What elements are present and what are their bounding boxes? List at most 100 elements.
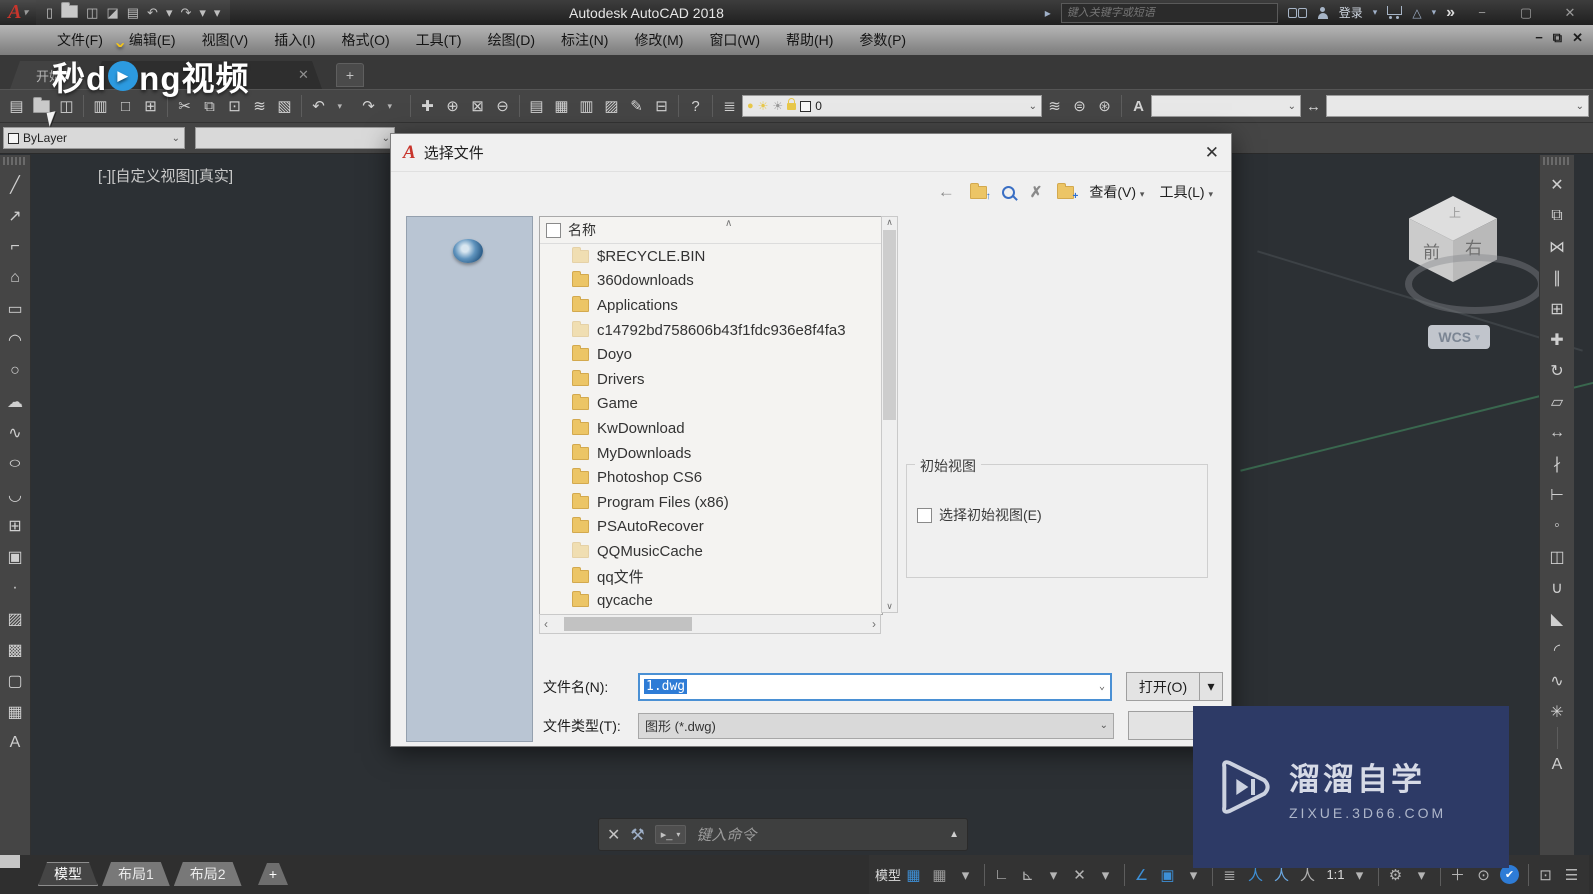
menu-item[interactable]: 文件(F) xyxy=(44,26,116,54)
open-split-dropdown[interactable]: ▾ xyxy=(1200,672,1223,701)
vertical-scrollbar[interactable]: ∧ ∨ xyxy=(881,216,898,613)
help-search-input[interactable] xyxy=(1060,2,1278,23)
hatch-icon[interactable]: ▨ xyxy=(0,603,30,634)
file-list-item[interactable]: Photoshop CS6 xyxy=(540,465,882,490)
insert-block-icon[interactable]: ⊞ xyxy=(0,510,30,541)
select-initial-view-checkbox[interactable] xyxy=(917,507,932,523)
new-tab-button[interactable]: + xyxy=(336,63,364,87)
text-style-combo[interactable]: ⌄ xyxy=(1151,95,1301,117)
toolbar-overflow-icon[interactable]: » xyxy=(1446,4,1455,22)
dim-style-icon[interactable]: ↔ xyxy=(1301,93,1326,119)
filename-dropdown-icon[interactable]: ⌄ xyxy=(1099,681,1105,692)
delete-icon[interactable]: ✗ xyxy=(1030,183,1043,201)
create-new-folder-icon[interactable]: + xyxy=(1057,182,1078,202)
signin-dropdown-icon[interactable]: ▾ xyxy=(1373,7,1378,18)
color-control-combo[interactable]: ByLayer ⌄ xyxy=(3,127,185,149)
menu-item[interactable]: 修改(M) xyxy=(621,26,696,54)
search-icon[interactable] xyxy=(1001,185,1015,199)
undo-icon[interactable]: ↶ xyxy=(147,6,158,19)
zoom-realtime-icon[interactable]: ⊕ xyxy=(440,93,465,119)
polyline-icon[interactable]: ⌐ xyxy=(0,231,30,262)
zoom-window-icon[interactable]: ⊠ xyxy=(465,93,490,119)
layer-on-bulb-icon[interactable]: ● xyxy=(747,100,754,112)
filename-input[interactable]: 1.dwg ⌄ xyxy=(638,672,1112,701)
a360-dropdown-icon[interactable]: ▾ xyxy=(1432,7,1437,18)
gradient-icon[interactable]: ▩ xyxy=(0,634,30,665)
mirror-icon[interactable]: ⋈ xyxy=(1540,231,1574,262)
menu-item[interactable]: 标注(N) xyxy=(548,26,621,54)
layer-states-icon[interactable]: ≋ xyxy=(1042,93,1067,119)
toolbar-grip[interactable] xyxy=(3,157,27,165)
grid-icon[interactable]: ▦ xyxy=(902,861,927,889)
up-one-level-icon[interactable]: ↑ xyxy=(969,182,991,202)
file-list-item[interactable]: Program Files (x86) xyxy=(540,490,882,515)
help-icon[interactable]: ? xyxy=(683,93,708,119)
file-list-item[interactable]: QQMusicCache xyxy=(540,539,882,564)
spell-check-icon[interactable]: A xyxy=(1540,749,1574,780)
extend-icon[interactable]: ⊢ xyxy=(1540,479,1574,510)
color-dropdown-icon[interactable]: ⌄ xyxy=(172,133,180,144)
command-input-placeholder[interactable]: 键入命令 xyxy=(696,824,756,845)
object-snap-tracking-icon[interactable]: ∠ xyxy=(1130,861,1155,889)
scroll-right-icon[interactable]: › xyxy=(872,617,876,631)
scroll-left-icon[interactable]: ‹ xyxy=(544,617,548,631)
move-icon[interactable]: ✚ xyxy=(1540,324,1574,355)
file-list-item[interactable]: c14792bd758606b43f1fdc936e8f4fa3 xyxy=(540,318,882,343)
text-style-icon[interactable]: A xyxy=(1126,93,1151,119)
file-list-item[interactable]: 360downloads xyxy=(540,269,882,294)
doc-restore-button[interactable]: ⧉ xyxy=(1553,30,1562,46)
layer-thaw-sun-icon[interactable]: ☀ xyxy=(758,99,769,113)
menu-item[interactable]: 工具(T) xyxy=(403,26,475,54)
viewport-freeze-icon[interactable]: ☀ xyxy=(772,99,783,113)
horizontal-scrollbar[interactable]: ‹ › xyxy=(539,614,881,634)
block-editor-icon[interactable]: ▧ xyxy=(272,93,297,119)
new-file-icon[interactable]: ▯ xyxy=(46,6,53,19)
command-history-up-icon[interactable]: ▲ xyxy=(949,829,959,840)
point-icon[interactable]: ∙ xyxy=(0,572,30,603)
scroll-down-icon[interactable]: ∨ xyxy=(886,601,893,612)
file-list-item[interactable]: PSAutoRecover xyxy=(540,515,882,540)
object-snap-icon[interactable]: ▣ xyxy=(1156,861,1181,889)
stretch-icon[interactable]: ↔ xyxy=(1540,417,1574,448)
open-button[interactable]: 打开(O) xyxy=(1126,672,1200,701)
command-close-icon[interactable]: ✕ xyxy=(607,825,620,845)
match-properties-icon[interactable]: ≋ xyxy=(247,93,272,119)
name-column-header[interactable]: 名称 xyxy=(568,220,596,240)
markup-set-manager-icon[interactable]: ✎ xyxy=(624,93,649,119)
linetype-combo[interactable]: ⌄ xyxy=(195,127,395,149)
layout-tab[interactable]: 布局1 xyxy=(102,862,170,886)
isometric-drafting-icon[interactable]: ✕ xyxy=(1068,861,1093,889)
construction-line-icon[interactable]: ↗ xyxy=(0,200,30,231)
signin-link[interactable]: 登录 xyxy=(1339,4,1363,21)
layer-properties-icon[interactable]: ≣ xyxy=(717,93,742,119)
polygon-icon[interactable]: ⌂ xyxy=(0,262,30,293)
doc-close-button[interactable]: ✕ xyxy=(1572,30,1583,46)
layer-unlock-icon[interactable] xyxy=(787,97,797,110)
menu-item[interactable]: 绘图(D) xyxy=(475,26,548,54)
arc-icon[interactable]: ◠ xyxy=(0,324,30,355)
blend-curves-icon[interactable]: ∿ xyxy=(1540,665,1574,696)
circle-icon[interactable]: ○ xyxy=(0,355,30,386)
file-list-item[interactable]: Game xyxy=(540,392,882,417)
expand-chevron-icon[interactable]: ▸ xyxy=(1045,6,1051,20)
save-icon[interactable]: ◫ xyxy=(86,6,98,19)
multiline-text-icon[interactable]: A xyxy=(0,727,30,758)
scroll-up-icon[interactable]: ∧ xyxy=(886,217,893,228)
isodraft-dropdown[interactable]: ▾ xyxy=(1094,861,1119,889)
autocad-logo[interactable]: A ▾ xyxy=(0,0,36,25)
file-list-item[interactable]: Doyo xyxy=(540,342,882,367)
file-list-item[interactable]: qq文件 xyxy=(540,564,882,589)
snap-dropdown[interactable]: ▾ xyxy=(954,861,979,889)
scale-icon[interactable]: ▱ xyxy=(1540,386,1574,417)
file-list-item[interactable]: KwDownload xyxy=(540,416,882,441)
line-icon[interactable]: ╱ xyxy=(0,169,30,200)
file-list-item[interactable]: $RECYCLE.BIN xyxy=(540,244,882,269)
file-list-item[interactable]: MyDownloads xyxy=(540,441,882,466)
plot-icon[interactable]: ▤ xyxy=(127,6,139,19)
layer-combo[interactable]: ● ☀ ☀ 0 ⌄ xyxy=(742,95,1042,117)
sort-ascending-icon[interactable]: ∧ xyxy=(725,218,732,229)
menu-item[interactable]: 格式(O) xyxy=(328,26,402,54)
region-icon[interactable]: ▢ xyxy=(0,665,30,696)
menu-item[interactable]: 插入(I) xyxy=(261,26,328,54)
viewport-controls-label[interactable]: [-][自定义视图][真实] xyxy=(98,165,233,186)
